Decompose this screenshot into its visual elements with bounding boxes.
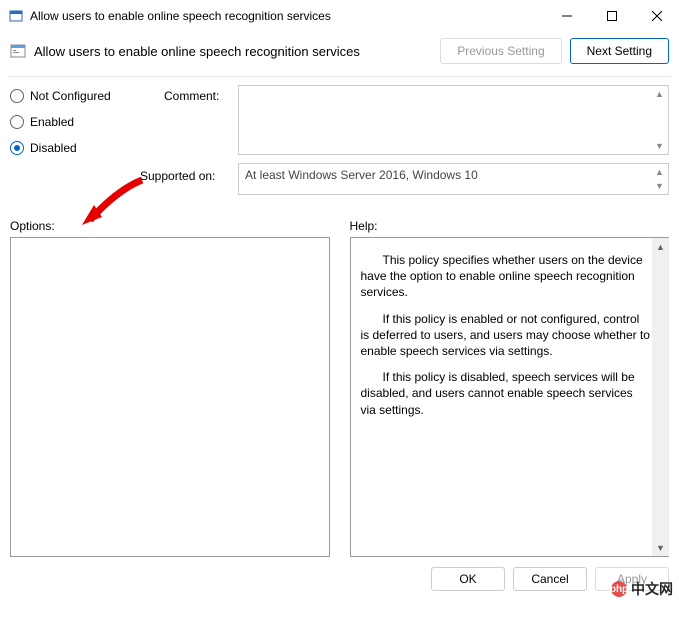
subheader: Allow users to enable online speech reco… bbox=[0, 32, 679, 76]
help-label: Help: bbox=[350, 219, 670, 233]
minimize-button[interactable] bbox=[544, 0, 589, 32]
help-content: This policy specifies whether users on t… bbox=[351, 238, 669, 438]
cancel-button[interactable]: Cancel bbox=[513, 567, 587, 591]
radio-enabled-label: Enabled bbox=[30, 115, 74, 129]
radio-disabled[interactable]: Disabled bbox=[10, 141, 160, 155]
scroll-down-icon[interactable]: ▼ bbox=[652, 139, 667, 153]
options-label: Options: bbox=[10, 219, 330, 233]
options-content bbox=[11, 238, 329, 262]
previous-setting-button[interactable]: Previous Setting bbox=[440, 38, 561, 64]
scroll-down-icon[interactable]: ▼ bbox=[652, 539, 669, 556]
radio-disabled-label: Disabled bbox=[30, 141, 77, 155]
help-paragraph-2: If this policy is enabled or not configu… bbox=[361, 311, 651, 360]
policy-title: Allow users to enable online speech reco… bbox=[34, 44, 432, 59]
supported-on-textarea[interactable]: At least Windows Server 2016, Windows 10… bbox=[238, 163, 669, 195]
scroll-down-icon[interactable]: ▼ bbox=[652, 179, 667, 193]
window-controls bbox=[544, 0, 679, 32]
close-button[interactable] bbox=[634, 0, 679, 32]
title-bar: Allow users to enable online speech reco… bbox=[0, 0, 679, 32]
help-pane: This policy specifies whether users on t… bbox=[350, 237, 670, 557]
pane-labels: Options: Help: bbox=[0, 203, 679, 237]
maximize-button[interactable] bbox=[589, 0, 634, 32]
help-paragraph-1: This policy specifies whether users on t… bbox=[361, 252, 651, 301]
footer-buttons: OK Cancel Apply bbox=[0, 557, 679, 601]
policy-icon bbox=[10, 43, 26, 59]
scroll-up-icon[interactable]: ▲ bbox=[652, 87, 667, 101]
supported-on-value: At least Windows Server 2016, Windows 10 bbox=[239, 164, 668, 194]
ok-button[interactable]: OK bbox=[431, 567, 505, 591]
window-title: Allow users to enable online speech reco… bbox=[30, 9, 544, 23]
scroll-up-icon[interactable]: ▲ bbox=[652, 238, 669, 255]
options-pane[interactable] bbox=[10, 237, 330, 557]
next-setting-button[interactable]: Next Setting bbox=[570, 38, 669, 64]
radio-not-configured-label: Not Configured bbox=[30, 89, 111, 103]
comment-scrollbar[interactable]: ▲ ▼ bbox=[652, 87, 667, 153]
radio-enabled[interactable]: Enabled bbox=[10, 115, 160, 129]
watermark-logo: php bbox=[611, 581, 627, 597]
help-scrollbar[interactable]: ▲ ▼ bbox=[652, 238, 669, 556]
comment-value bbox=[239, 86, 668, 154]
radio-not-configured[interactable]: Not Configured bbox=[10, 89, 160, 103]
config-grid: Not Configured Enabled Disabled Comment:… bbox=[0, 77, 679, 203]
help-paragraph-3: If this policy is disabled, speech servi… bbox=[361, 369, 651, 418]
comment-textarea[interactable]: ▲ ▼ bbox=[238, 85, 669, 155]
panes: This policy specifies whether users on t… bbox=[0, 237, 679, 557]
watermark-text: 中文网 bbox=[631, 579, 673, 599]
supported-scrollbar[interactable]: ▲ ▼ bbox=[652, 165, 667, 193]
scroll-up-icon[interactable]: ▲ bbox=[652, 165, 667, 179]
watermark: php 中文网 bbox=[611, 579, 673, 599]
window-icon bbox=[8, 8, 24, 24]
state-radios: Not Configured Enabled Disabled bbox=[10, 85, 160, 155]
comment-label: Comment: bbox=[164, 85, 234, 103]
supported-on-label: Supported on: bbox=[140, 163, 234, 183]
